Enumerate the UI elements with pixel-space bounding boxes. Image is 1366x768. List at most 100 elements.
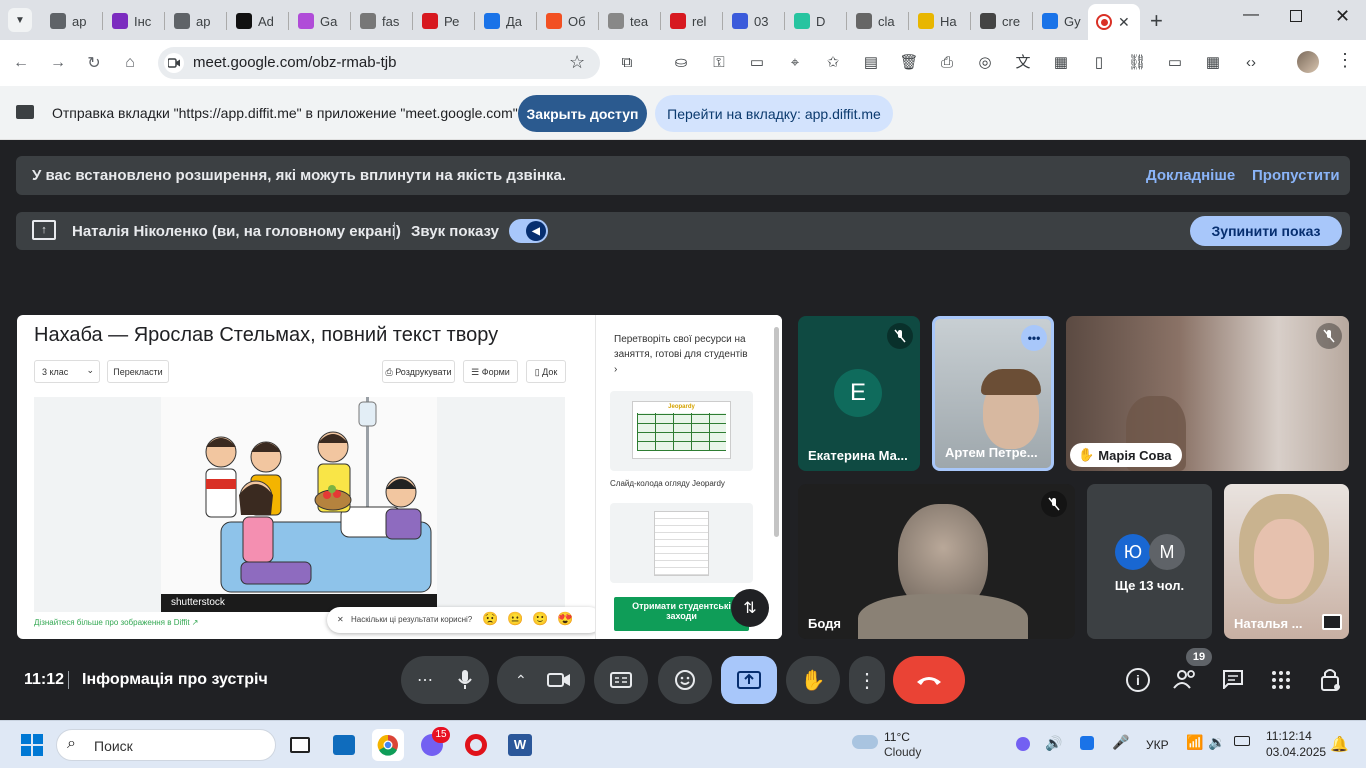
browser-tab[interactable]: 03 [724,6,782,36]
browser-tab[interactable]: Об [538,6,596,36]
browser-tab[interactable]: rel [662,6,720,36]
get-student-activities-button[interactable]: Отримати студентські заходи [614,597,749,631]
browser-tab[interactable]: Ре [414,6,472,36]
table-icon[interactable]: ▦ [1202,52,1224,74]
more-options-button[interactable]: ⋮ [849,656,885,704]
host-controls-button[interactable] [1320,667,1342,693]
captions-button[interactable] [594,656,648,704]
skip-link[interactable]: Пропустити [1252,167,1340,184]
others-tile[interactable]: Ю М Ще 13 чол. [1087,484,1212,639]
key-icon[interactable]: ⚿ [708,52,730,74]
profile-avatar[interactable] [1297,51,1319,73]
participant-tile[interactable]: ✋ Марія Сова [1066,316,1349,471]
reload-button[interactable]: ↻ [81,50,107,76]
camera-button[interactable]: ⌃ [497,656,585,704]
opera-app-icon[interactable] [460,729,492,761]
devices-icon[interactable]: ▭ [1164,52,1186,74]
translate-icon[interactable]: 文 [1012,52,1034,74]
participant-tile[interactable]: E Екатерина Ма... [798,316,920,471]
stop-presenting-button[interactable]: Зупинити показ [1190,216,1342,246]
picture-in-picture-icon[interactable] [1322,614,1342,630]
wifi-icon[interactable]: 📶 [1186,734,1203,751]
more-audio-options-icon[interactable]: ⋯ [417,670,433,690]
minimize-button[interactable]: — [1243,6,1259,24]
chevron-up-icon[interactable]: ⌃ [515,672,527,689]
browser-tab[interactable]: На [910,6,968,36]
task-view-icon[interactable] [284,729,316,761]
meeting-details-button[interactable]: i [1126,668,1150,692]
learn-more-link[interactable]: Докладніше [1146,167,1235,184]
browser-tab[interactable]: tea [600,6,658,36]
qr-icon[interactable]: ▦ [1050,52,1072,74]
chrome-app-icon[interactable] [372,729,404,761]
translate-button[interactable]: Перекласти [107,360,169,383]
raise-hand-button[interactable]: ✋ [786,656,840,704]
stop-sharing-button[interactable]: Закрыть доступ [518,95,647,132]
home-button[interactable]: ⌂ [117,50,143,76]
close-window-button[interactable]: ✕ [1335,6,1350,27]
browser-tab[interactable]: cla [848,6,906,36]
doc-button[interactable]: ▯ Док [526,360,566,383]
viber-tray-icon[interactable] [1016,737,1030,751]
microphone-tray-icon[interactable]: 🎤 [1112,734,1129,751]
browser-tab[interactable]: Да [476,6,534,36]
image-caption-link[interactable]: Дізнайтеся більше про зображення в Diffi… [34,618,198,627]
tab-search-button[interactable]: ▼ [8,8,32,32]
browser-tab[interactable]: ap [42,6,100,36]
scroll-to-top-button[interactable]: ⇅ [731,589,769,627]
grade-select[interactable]: 3 клас ⌄ [34,360,100,383]
star-ext-icon[interactable]: ✩ [822,52,844,74]
maximize-button[interactable] [1290,10,1302,22]
clock-date[interactable]: 03.04.2025 [1266,745,1326,759]
windows-start-button[interactable] [16,729,48,761]
language-indicator[interactable]: УКР [1146,738,1169,752]
leave-call-button[interactable] [893,656,965,704]
volume-tray-icon[interactable]: 🔊 [1045,735,1062,752]
back-button[interactable]: ← [8,50,34,76]
store-app-icon[interactable] [328,729,360,761]
notification-bell-icon[interactable]: 🔔 [1330,735,1349,753]
reactions-button[interactable] [658,656,712,704]
word-app-icon[interactable]: W [504,729,536,761]
forward-button[interactable]: → [45,50,71,76]
speaker-icon[interactable]: 🔉 [1208,734,1225,751]
battery-icon[interactable] [1234,736,1250,746]
print-icon[interactable]: ⎙ [936,52,958,74]
lens-icon[interactable]: ◎ [974,52,996,74]
location-icon[interactable]: ⌖ [784,52,806,74]
sidebar-scrollbar[interactable] [774,327,779,537]
participant-tile[interactable]: ••• Артем Петре... [932,316,1054,471]
bookmark-star-icon[interactable]: ☆ [569,52,585,73]
worksheet-card[interactable] [610,503,753,583]
participant-tile[interactable]: Бодя [798,484,1075,639]
more-options-icon[interactable]: ••• [1021,325,1047,351]
browser-menu-icon[interactable]: ⋮ [1336,50,1354,71]
browser-tab[interactable]: Ad [228,6,286,36]
extensions-icon[interactable]: ⧉ [616,52,638,74]
jeopardy-card[interactable]: Jeopardy [610,391,753,471]
forms-button[interactable]: ☰ Форми [463,360,518,383]
emoji-neutral-icon[interactable]: 😐 [507,611,523,627]
reading-list-icon[interactable]: ▤ [860,52,882,74]
mic-button[interactable]: ⋯ [401,656,489,704]
close-icon[interactable]: ✕ [1118,14,1130,31]
activities-button[interactable] [1272,671,1290,689]
emoji-love-icon[interactable]: 😍 [557,611,573,627]
people-button[interactable] [1172,668,1200,692]
present-button[interactable] [721,656,777,704]
tab-meet[interactable]: ✕ [1088,4,1140,40]
browser-tab[interactable]: D [786,6,844,36]
emoji-happy-icon[interactable]: 🙂 [532,611,548,627]
browser-tab[interactable]: cre [972,6,1030,36]
delete-icon[interactable]: 🗑 [898,52,920,74]
goto-tab-button[interactable]: Перейти на вкладку: app.diffit.me [655,95,893,132]
taskbar-search[interactable]: ⌕ Поиск [56,729,276,761]
reader-icon[interactable]: ▯ [1088,52,1110,74]
defender-tray-icon[interactable] [1080,736,1094,750]
incognito-icon[interactable]: ⛀ [670,52,692,74]
print-button[interactable]: ⎙ Роздрукувати [382,360,455,383]
new-tab-button[interactable]: + [1150,8,1163,34]
link-icon[interactable]: ⛓ [1126,52,1148,74]
code-icon[interactable]: ‹› [1240,52,1262,74]
close-icon[interactable]: ✕ [337,615,344,624]
